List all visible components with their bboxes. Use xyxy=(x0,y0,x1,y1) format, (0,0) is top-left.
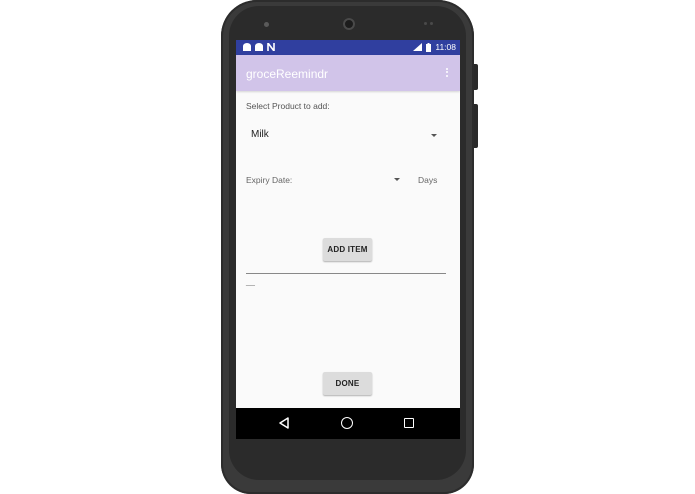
back-icon[interactable] xyxy=(279,417,289,429)
status-left-icons xyxy=(243,43,275,51)
days-spinner[interactable] xyxy=(386,171,406,189)
add-item-button[interactable]: ADD ITEM xyxy=(323,238,372,261)
app-bar: groceReemindr xyxy=(236,55,460,91)
app-title: groceReemindr xyxy=(246,67,329,81)
divider xyxy=(246,273,446,274)
sensor-dot xyxy=(430,22,433,25)
home-icon[interactable] xyxy=(341,417,353,429)
dropdown-arrow-icon xyxy=(431,134,437,137)
earpiece-dot xyxy=(264,22,269,27)
notification-icon xyxy=(255,43,263,51)
status-time: 11:08 xyxy=(435,42,456,52)
power-button xyxy=(474,104,478,148)
status-bar: 11:08 xyxy=(236,40,460,55)
sensor-dot xyxy=(424,22,427,25)
notification-icon xyxy=(243,43,251,51)
dropdown-arrow-icon xyxy=(394,178,400,181)
navigation-bar xyxy=(236,408,460,439)
front-camera xyxy=(343,18,355,30)
status-right-icons: 11:08 xyxy=(413,42,456,52)
recents-icon[interactable] xyxy=(404,418,414,428)
battery-icon xyxy=(426,42,432,52)
volume-button xyxy=(474,64,478,90)
done-button[interactable]: DONE xyxy=(323,372,372,395)
n-icon xyxy=(267,43,275,51)
select-product-label: Select Product to add: xyxy=(246,101,330,111)
days-label: Days xyxy=(418,175,438,185)
app-screen: 11:08 groceReemindr Select Product to ad… xyxy=(236,40,460,439)
items-list-text: __ xyxy=(246,277,255,286)
expiry-date-label: Expiry Date: xyxy=(246,175,293,185)
more-vert-icon[interactable] xyxy=(444,66,450,80)
signal-icon xyxy=(413,43,423,51)
product-spinner-value: Milk xyxy=(251,129,269,140)
product-spinner[interactable]: Milk xyxy=(246,124,442,146)
